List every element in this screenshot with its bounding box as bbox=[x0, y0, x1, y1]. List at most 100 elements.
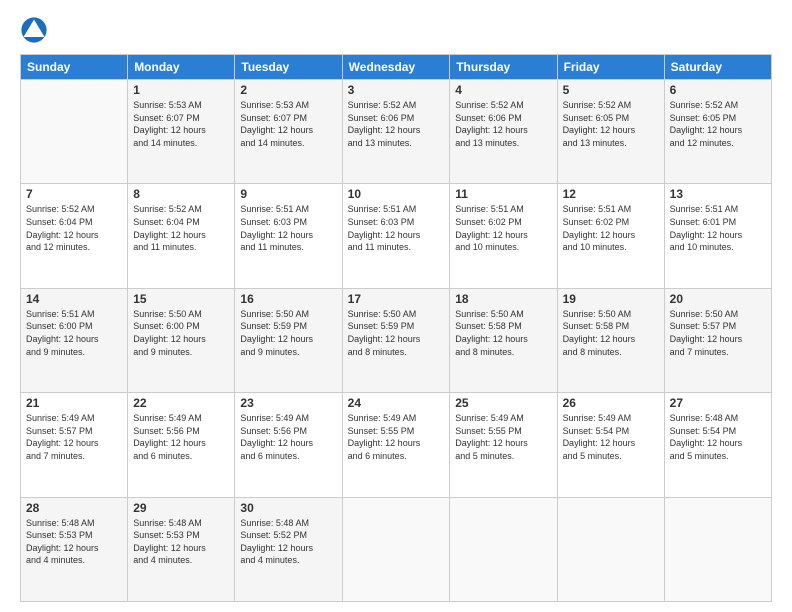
day-info: Sunrise: 5:51 AMSunset: 6:00 PMDaylight:… bbox=[26, 308, 122, 358]
day-info: Sunrise: 5:49 AMSunset: 5:56 PMDaylight:… bbox=[240, 412, 336, 462]
day-info: Sunrise: 5:51 AMSunset: 6:03 PMDaylight:… bbox=[348, 203, 445, 253]
day-number: 10 bbox=[348, 187, 445, 201]
day-info: Sunrise: 5:49 AMSunset: 5:55 PMDaylight:… bbox=[455, 412, 551, 462]
day-number: 7 bbox=[26, 187, 122, 201]
day-info: Sunrise: 5:52 AMSunset: 6:04 PMDaylight:… bbox=[26, 203, 122, 253]
day-info: Sunrise: 5:48 AMSunset: 5:54 PMDaylight:… bbox=[670, 412, 766, 462]
day-number: 12 bbox=[563, 187, 659, 201]
weekday-header: Wednesday bbox=[342, 55, 450, 80]
day-number: 8 bbox=[133, 187, 229, 201]
calendar-cell: 25 Sunrise: 5:49 AMSunset: 5:55 PMDayligh… bbox=[450, 393, 557, 497]
calendar-cell: 24 Sunrise: 5:49 AMSunset: 5:55 PMDayligh… bbox=[342, 393, 450, 497]
calendar-page: SundayMondayTuesdayWednesdayThursdayFrid… bbox=[0, 0, 792, 612]
day-info: Sunrise: 5:50 AMSunset: 6:00 PMDaylight:… bbox=[133, 308, 229, 358]
calendar-cell: 2 Sunrise: 5:53 AMSunset: 6:07 PMDaylight… bbox=[235, 80, 342, 184]
day-info: Sunrise: 5:53 AMSunset: 6:07 PMDaylight:… bbox=[240, 99, 336, 149]
day-number: 13 bbox=[670, 187, 766, 201]
calendar-cell: 22 Sunrise: 5:49 AMSunset: 5:56 PMDayligh… bbox=[128, 393, 235, 497]
calendar-cell: 17 Sunrise: 5:50 AMSunset: 5:59 PMDayligh… bbox=[342, 288, 450, 392]
calendar-week-row: 7 Sunrise: 5:52 AMSunset: 6:04 PMDaylight… bbox=[21, 184, 772, 288]
calendar-cell: 16 Sunrise: 5:50 AMSunset: 5:59 PMDayligh… bbox=[235, 288, 342, 392]
calendar-cell: 26 Sunrise: 5:49 AMSunset: 5:54 PMDayligh… bbox=[557, 393, 664, 497]
day-info: Sunrise: 5:52 AMSunset: 6:05 PMDaylight:… bbox=[670, 99, 766, 149]
day-info: Sunrise: 5:50 AMSunset: 5:58 PMDaylight:… bbox=[563, 308, 659, 358]
day-info: Sunrise: 5:50 AMSunset: 5:59 PMDaylight:… bbox=[240, 308, 336, 358]
weekday-header: Sunday bbox=[21, 55, 128, 80]
calendar-cell: 1 Sunrise: 5:53 AMSunset: 6:07 PMDaylight… bbox=[128, 80, 235, 184]
calendar-cell: 30Sunrise: 5:48 AMSunset: 5:52 PMDayligh… bbox=[235, 497, 342, 601]
calendar-cell: 12Sunrise: 5:51 AMSunset: 6:02 PMDayligh… bbox=[557, 184, 664, 288]
calendar-cell: 23 Sunrise: 5:49 AMSunset: 5:56 PMDayligh… bbox=[235, 393, 342, 497]
calendar-cell: 10 Sunrise: 5:51 AMSunset: 6:03 PMDayligh… bbox=[342, 184, 450, 288]
calendar-cell: 6 Sunrise: 5:52 AMSunset: 6:05 PMDaylight… bbox=[664, 80, 771, 184]
day-number: 17 bbox=[348, 292, 445, 306]
day-number: 24 bbox=[348, 396, 445, 410]
calendar-cell: 14Sunrise: 5:51 AMSunset: 6:00 PMDayligh… bbox=[21, 288, 128, 392]
weekday-header: Tuesday bbox=[235, 55, 342, 80]
calendar-cell bbox=[450, 497, 557, 601]
calendar-cell: 11 Sunrise: 5:51 AMSunset: 6:02 PMDayligh… bbox=[450, 184, 557, 288]
calendar-cell: 19 Sunrise: 5:50 AMSunset: 5:58 PMDayligh… bbox=[557, 288, 664, 392]
day-number: 15 bbox=[133, 292, 229, 306]
calendar-cell: 29 Sunrise: 5:48 AMSunset: 5:53 PMDayligh… bbox=[128, 497, 235, 601]
day-info: Sunrise: 5:53 AMSunset: 6:07 PMDaylight:… bbox=[133, 99, 229, 149]
header bbox=[20, 16, 772, 44]
calendar-cell: 20 Sunrise: 5:50 AMSunset: 5:57 PMDayligh… bbox=[664, 288, 771, 392]
calendar-cell bbox=[557, 497, 664, 601]
day-number: 30 bbox=[240, 501, 336, 515]
day-number: 22 bbox=[133, 396, 229, 410]
calendar-cell bbox=[21, 80, 128, 184]
calendar-cell: 13 Sunrise: 5:51 AMSunset: 6:01 PMDayligh… bbox=[664, 184, 771, 288]
calendar-cell: 4 Sunrise: 5:52 AMSunset: 6:06 PMDaylight… bbox=[450, 80, 557, 184]
day-number: 6 bbox=[670, 83, 766, 97]
day-info: Sunrise: 5:50 AMSunset: 5:59 PMDaylight:… bbox=[348, 308, 445, 358]
day-number: 3 bbox=[348, 83, 445, 97]
logo-icon bbox=[20, 16, 48, 44]
day-number: 29 bbox=[133, 501, 229, 515]
day-number: 16 bbox=[240, 292, 336, 306]
calendar-week-row: 28 Sunrise: 5:48 AMSunset: 5:53 PMDayligh… bbox=[21, 497, 772, 601]
day-info: Sunrise: 5:50 AMSunset: 5:57 PMDaylight:… bbox=[670, 308, 766, 358]
weekday-header: Monday bbox=[128, 55, 235, 80]
day-number: 4 bbox=[455, 83, 551, 97]
day-info: Sunrise: 5:49 AMSunset: 5:56 PMDaylight:… bbox=[133, 412, 229, 462]
day-number: 9 bbox=[240, 187, 336, 201]
day-info: Sunrise: 5:49 AMSunset: 5:54 PMDaylight:… bbox=[563, 412, 659, 462]
weekday-header: Friday bbox=[557, 55, 664, 80]
day-info: Sunrise: 5:51 AMSunset: 6:02 PMDaylight:… bbox=[455, 203, 551, 253]
calendar-week-row: 14Sunrise: 5:51 AMSunset: 6:00 PMDayligh… bbox=[21, 288, 772, 392]
calendar-week-row: 21Sunrise: 5:49 AMSunset: 5:57 PMDayligh… bbox=[21, 393, 772, 497]
day-number: 5 bbox=[563, 83, 659, 97]
day-number: 25 bbox=[455, 396, 551, 410]
calendar-cell: 18 Sunrise: 5:50 AMSunset: 5:58 PMDayligh… bbox=[450, 288, 557, 392]
calendar-cell: 5 Sunrise: 5:52 AMSunset: 6:05 PMDaylight… bbox=[557, 80, 664, 184]
day-number: 26 bbox=[563, 396, 659, 410]
day-info: Sunrise: 5:52 AMSunset: 6:06 PMDaylight:… bbox=[455, 99, 551, 149]
calendar-week-row: 1 Sunrise: 5:53 AMSunset: 6:07 PMDaylight… bbox=[21, 80, 772, 184]
day-number: 23 bbox=[240, 396, 336, 410]
day-info: Sunrise: 5:49 AMSunset: 5:57 PMDaylight:… bbox=[26, 412, 122, 462]
day-info: Sunrise: 5:52 AMSunset: 6:05 PMDaylight:… bbox=[563, 99, 659, 149]
calendar-table: SundayMondayTuesdayWednesdayThursdayFrid… bbox=[20, 54, 772, 602]
calendar-cell: 28 Sunrise: 5:48 AMSunset: 5:53 PMDayligh… bbox=[21, 497, 128, 601]
day-number: 19 bbox=[563, 292, 659, 306]
day-info: Sunrise: 5:51 AMSunset: 6:03 PMDaylight:… bbox=[240, 203, 336, 253]
calendar-cell: 9 Sunrise: 5:51 AMSunset: 6:03 PMDaylight… bbox=[235, 184, 342, 288]
calendar-cell: 21Sunrise: 5:49 AMSunset: 5:57 PMDayligh… bbox=[21, 393, 128, 497]
day-number: 11 bbox=[455, 187, 551, 201]
day-number: 2 bbox=[240, 83, 336, 97]
day-info: Sunrise: 5:48 AMSunset: 5:53 PMDaylight:… bbox=[133, 517, 229, 567]
day-number: 28 bbox=[26, 501, 122, 515]
calendar-cell: 7 Sunrise: 5:52 AMSunset: 6:04 PMDaylight… bbox=[21, 184, 128, 288]
day-number: 1 bbox=[133, 83, 229, 97]
day-info: Sunrise: 5:49 AMSunset: 5:55 PMDaylight:… bbox=[348, 412, 445, 462]
day-number: 27 bbox=[670, 396, 766, 410]
day-info: Sunrise: 5:52 AMSunset: 6:04 PMDaylight:… bbox=[133, 203, 229, 253]
weekday-header: Thursday bbox=[450, 55, 557, 80]
day-info: Sunrise: 5:51 AMSunset: 6:01 PMDaylight:… bbox=[670, 203, 766, 253]
day-info: Sunrise: 5:50 AMSunset: 5:58 PMDaylight:… bbox=[455, 308, 551, 358]
day-number: 18 bbox=[455, 292, 551, 306]
weekday-header: Saturday bbox=[664, 55, 771, 80]
day-number: 20 bbox=[670, 292, 766, 306]
day-info: Sunrise: 5:48 AMSunset: 5:53 PMDaylight:… bbox=[26, 517, 122, 567]
